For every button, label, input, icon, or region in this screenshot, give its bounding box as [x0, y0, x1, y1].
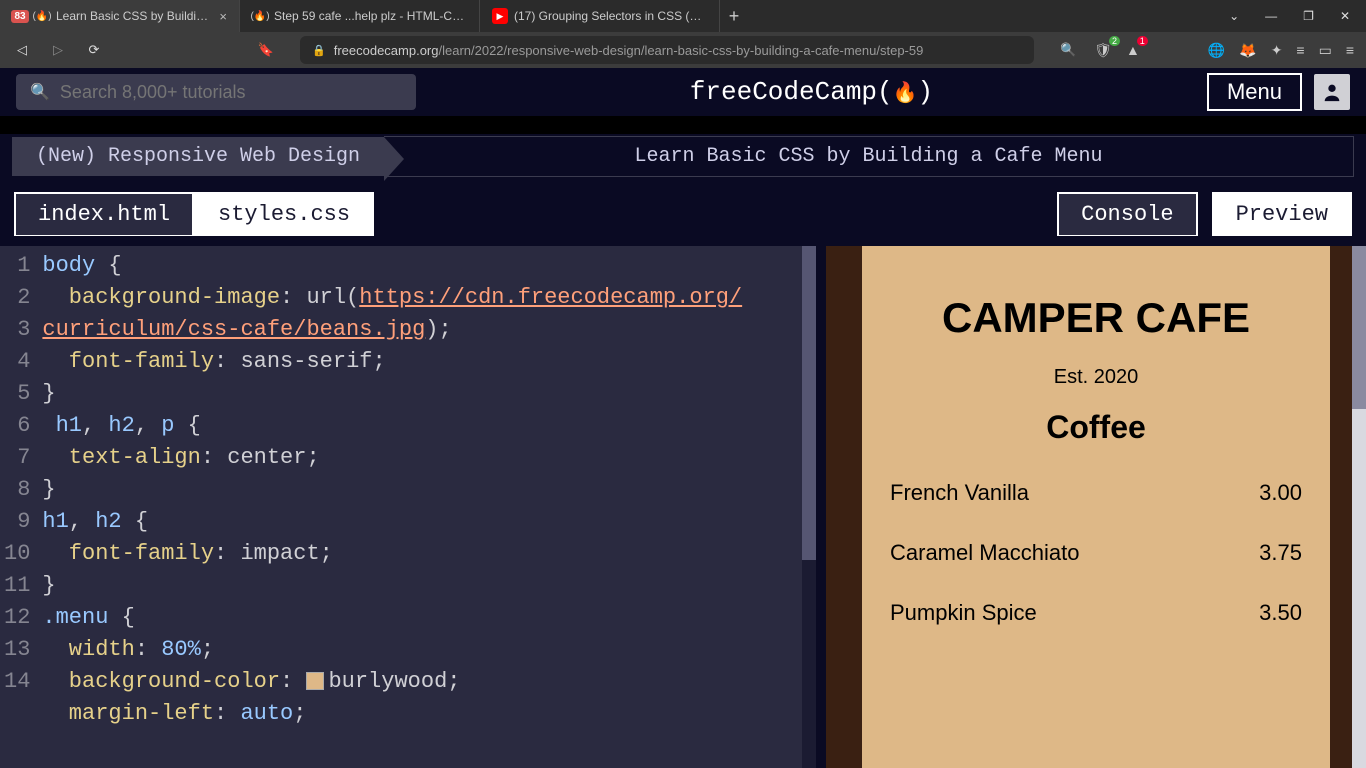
code-editor[interactable]: 1234567891011121314 body { background-im…: [0, 236, 816, 768]
search-box[interactable]: 🔍: [16, 74, 416, 110]
zoom-icon[interactable]: 🔍: [1058, 42, 1078, 58]
browser-tab-2[interactable]: (🔥) Step 59 cafe ...help plz - HTML-CSS …: [240, 0, 480, 32]
translate-icon[interactable]: 🌐: [1208, 42, 1225, 59]
breadcrumb: (New) Responsive Web Design Learn Basic …: [0, 134, 1366, 178]
reload-button[interactable]: ⟳: [84, 42, 104, 58]
preview-pane: CAMPER CAFE Est. 2020 Coffee French Vani…: [826, 236, 1366, 768]
line-numbers: 1234567891011121314: [0, 246, 38, 768]
forward-button[interactable]: ▷: [48, 42, 68, 58]
crumb-course[interactable]: (New) Responsive Web Design: [12, 137, 384, 176]
extension-icons: 🛡2 ▲1 🌐 🦊 ✦ ≡ ▭ ≡: [1094, 42, 1354, 59]
fcc-header: 🔍 freeCodeCamp(🔥) Menu: [0, 68, 1366, 116]
brave-rewards-icon[interactable]: ▲1: [1126, 42, 1140, 58]
menu-card: CAMPER CAFE Est. 2020 Coffee French Vani…: [862, 246, 1330, 768]
address-bar: ◁ ▷ ⟳ 🔖 🔒 freecodecamp.org/learn/2022/re…: [0, 32, 1366, 68]
lock-icon: 🔒: [312, 44, 326, 57]
minimize-icon[interactable]: —: [1265, 9, 1277, 23]
editor-scrollbar[interactable]: [802, 246, 816, 768]
bookmark-icon[interactable]: 🔖: [256, 42, 276, 58]
user-icon: [1321, 81, 1343, 103]
fcc-icon: (🔥): [252, 8, 268, 24]
menu-button[interactable]: Menu: [1207, 73, 1302, 111]
window-controls: ⌄ — ❐ ✕: [1213, 0, 1366, 32]
section-heading: Coffee: [890, 409, 1302, 446]
search-input[interactable]: [60, 82, 402, 103]
cafe-title: CAMPER CAFE: [890, 294, 1302, 342]
extensions-icon[interactable]: ✦: [1271, 42, 1283, 59]
menu-item: Pumpkin Spice3.50: [890, 600, 1302, 626]
code-content[interactable]: body { background-image: url(https://cdn…: [38, 246, 750, 768]
metamask-icon[interactable]: 🦊: [1239, 42, 1256, 59]
avatar[interactable]: [1314, 74, 1350, 110]
tab-title: Learn Basic CSS by Building a Caf: [56, 9, 213, 23]
menu-item: French Vanilla3.00: [890, 480, 1302, 506]
youtube-icon: ▶: [492, 8, 508, 24]
new-tab-button[interactable]: +: [720, 0, 748, 32]
editor-tabs: index.html styles.css Console Preview: [0, 178, 1366, 236]
browser-tab-3[interactable]: ▶ (17) Grouping Selectors in CSS (Hindi): [480, 0, 720, 32]
fcc-logo[interactable]: freeCodeCamp(🔥): [416, 77, 1207, 107]
wallet-icon[interactable]: ▭: [1319, 42, 1332, 59]
chevron-down-icon[interactable]: ⌄: [1229, 9, 1239, 23]
search-icon: 🔍: [30, 82, 50, 102]
tab-styles-css[interactable]: styles.css: [194, 192, 374, 237]
back-button[interactable]: ◁: [12, 42, 32, 58]
close-window-icon[interactable]: ✕: [1340, 9, 1350, 23]
maximize-icon[interactable]: ❐: [1303, 9, 1314, 23]
fcc-icon: (🔥): [34, 8, 50, 24]
preview-button[interactable]: Preview: [1212, 192, 1352, 237]
pane-splitter[interactable]: [816, 236, 826, 768]
browser-titlebar: 83 (🔥) Learn Basic CSS by Building a Caf…: [0, 0, 1366, 32]
menu-icon[interactable]: ≡: [1346, 42, 1354, 58]
reading-list-icon[interactable]: ≡: [1296, 42, 1304, 58]
browser-tab-1[interactable]: 83 (🔥) Learn Basic CSS by Building a Caf…: [0, 0, 240, 32]
url-box[interactable]: 🔒 freecodecamp.org/learn/2022/responsive…: [300, 36, 1034, 64]
menu-item: Caramel Macchiato3.75: [890, 540, 1302, 566]
preview-scrollbar[interactable]: [1352, 246, 1366, 768]
close-icon[interactable]: ×: [219, 9, 227, 24]
tab-title: Step 59 cafe ...help plz - HTML-CSS - T: [274, 9, 467, 23]
url-text: freecodecamp.org/learn/2022/responsive-w…: [334, 43, 924, 58]
brave-shield-icon[interactable]: 🛡2: [1094, 42, 1112, 59]
console-button[interactable]: Console: [1057, 192, 1197, 237]
tab-index-html[interactable]: index.html: [14, 192, 194, 237]
cafe-established: Est. 2020: [890, 366, 1302, 389]
workspace: 1234567891011121314 body { background-im…: [0, 236, 1366, 768]
crumb-lesson[interactable]: Learn Basic CSS by Building a Cafe Menu: [384, 136, 1354, 177]
tab-title: (17) Grouping Selectors in CSS (Hindi): [514, 9, 707, 23]
fcc-favicon: 83: [12, 8, 28, 24]
browser-tabs: 83 (🔥) Learn Basic CSS by Building a Caf…: [0, 0, 1213, 32]
